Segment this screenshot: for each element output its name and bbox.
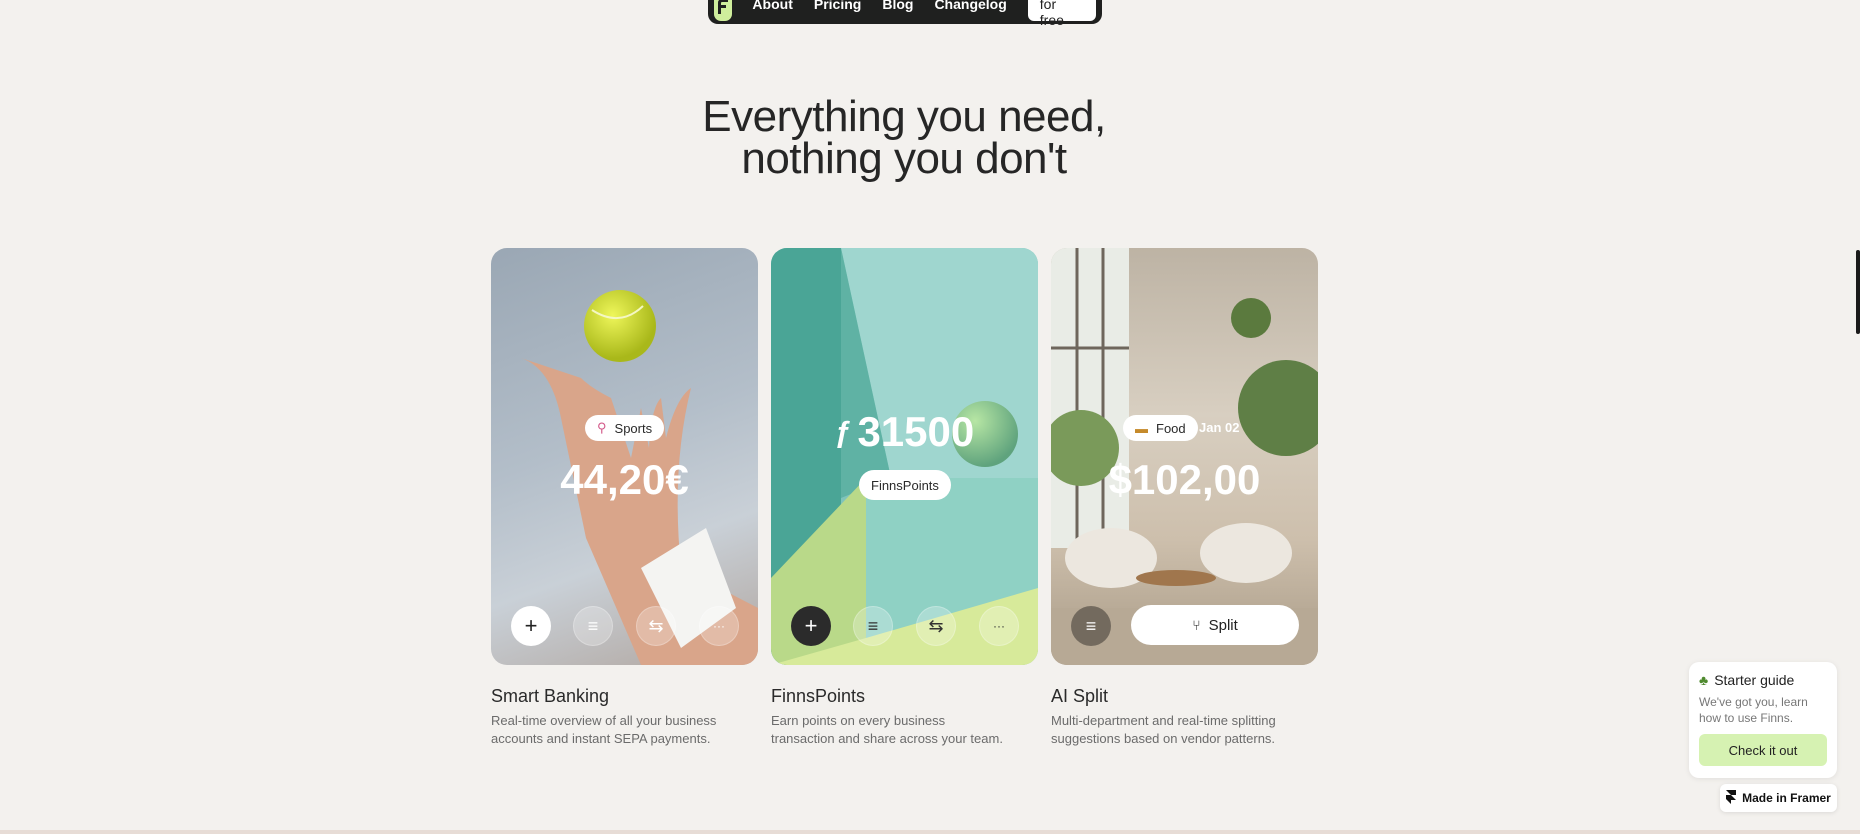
plus-icon: + <box>804 613 818 638</box>
hero-line-1: Everything you need, <box>702 92 1106 141</box>
category-tag-label: Food <box>1156 420 1186 436</box>
feature-desc-finnspoints: Earn points on every business transactio… <box>771 713 1003 746</box>
burger-icon: ▬ <box>1135 420 1148 436</box>
points-balance: ƒ 31500 <box>771 408 1038 456</box>
category-tag-label: Sports <box>614 420 653 436</box>
split-label: Split <box>1208 616 1238 634</box>
menu-icon: ≡ <box>587 615 599 636</box>
hero-heading: Everything you need, nothing you don't <box>0 92 1808 183</box>
transfer-button[interactable]: ⇆ <box>636 606 676 646</box>
finnspoints-tag-label: FinnsPoints <box>871 477 939 493</box>
seedling-icon: ♣ <box>1699 672 1709 688</box>
transfer-button[interactable]: ⇆ <box>916 606 956 646</box>
points-value: 31500 <box>857 408 975 455</box>
made-in-framer-badge[interactable]: Made in Framer <box>1720 784 1837 812</box>
more-icon: ··· <box>993 619 1005 633</box>
nav-link-blog[interactable]: Blog <box>882 0 913 12</box>
swap-icon: ⇆ <box>648 615 664 636</box>
plus-icon: + <box>524 613 538 638</box>
transaction-amount: 44,20€ <box>560 456 689 503</box>
menu-button[interactable]: ≡ <box>1071 606 1111 646</box>
nav-link-changelog[interactable]: Changelog <box>934 0 1006 12</box>
finns-logo[interactable] <box>714 0 733 21</box>
hero-line-2: nothing you don't <box>741 134 1067 183</box>
racket-icon: ⚲ <box>597 420 607 435</box>
menu-icon: ≡ <box>1085 615 1097 636</box>
top-navbar: About Pricing Blog Changelog Start for f… <box>708 0 1102 28</box>
made-in-framer-label: Made in Framer <box>1742 791 1831 805</box>
framer-icon <box>1726 789 1737 807</box>
add-button[interactable]: + <box>511 606 551 646</box>
swap-icon: ⇆ <box>928 615 944 636</box>
smart-banking-card: ⚲ Sports 44,20€ + ≡ ⇆ ··· <box>491 248 758 665</box>
more-button[interactable]: ··· <box>979 606 1019 646</box>
feature-title-smart-banking: Smart Banking <box>491 686 610 706</box>
starter-guide-title-text: Starter guide <box>1714 672 1795 688</box>
feature-title-ai-split: AI Split <box>1051 686 1109 706</box>
finns-points-icon: ƒ <box>834 416 852 449</box>
transaction-amount: $102,00 <box>1108 456 1261 503</box>
split-icon: ⑂ <box>1192 617 1201 633</box>
starter-guide-popup: ♣ Starter guide We've got you, learn how… <box>1689 662 1837 778</box>
page-bottom-divider <box>0 830 1860 834</box>
feature-title-finnspoints: FinnsPoints <box>771 686 866 706</box>
menu-button[interactable]: ≡ <box>853 606 893 646</box>
nav-link-about[interactable]: About <box>752 0 792 12</box>
starter-guide-desc: We've got you, learn how to use Finns. <box>1699 695 1808 725</box>
check-it-out-button[interactable]: Check it out <box>1699 734 1827 766</box>
ai-split-card: ▬ Food Jan 02 $102,00 ≡ ⑂ Split <box>1051 248 1318 665</box>
category-tag-food: ▬ Food <box>1123 415 1198 441</box>
feature-desc-smart-banking: Real-time overview of all your business … <box>491 713 717 746</box>
finnspoints-tag: FinnsPoints <box>859 470 951 500</box>
split-button[interactable]: ⑂ Split <box>1131 605 1299 645</box>
finnspoints-card: ƒ 31500 FinnsPoints + ≡ ⇆ ··· <box>771 248 1038 665</box>
add-button[interactable]: + <box>791 606 831 646</box>
start-for-free-button[interactable]: Start for free <box>1027 0 1096 28</box>
scrollbar-thumb[interactable] <box>1856 250 1860 334</box>
more-button[interactable]: ··· <box>699 606 739 646</box>
menu-button[interactable]: ≡ <box>573 606 613 646</box>
more-icon: ··· <box>713 619 725 633</box>
category-tag-sports: ⚲ Sports <box>585 415 665 441</box>
transaction-date: Jan 02 <box>1199 420 1240 435</box>
points-scene-image <box>771 248 1038 665</box>
starter-guide-title: ♣ Starter guide <box>1699 672 1827 688</box>
feature-desc-ai-split: Multi-department and real-time splitting… <box>1051 713 1276 746</box>
menu-icon: ≡ <box>867 615 879 636</box>
start-for-free-label: Start for free <box>1039 0 1064 28</box>
nav-link-pricing[interactable]: Pricing <box>814 0 861 12</box>
